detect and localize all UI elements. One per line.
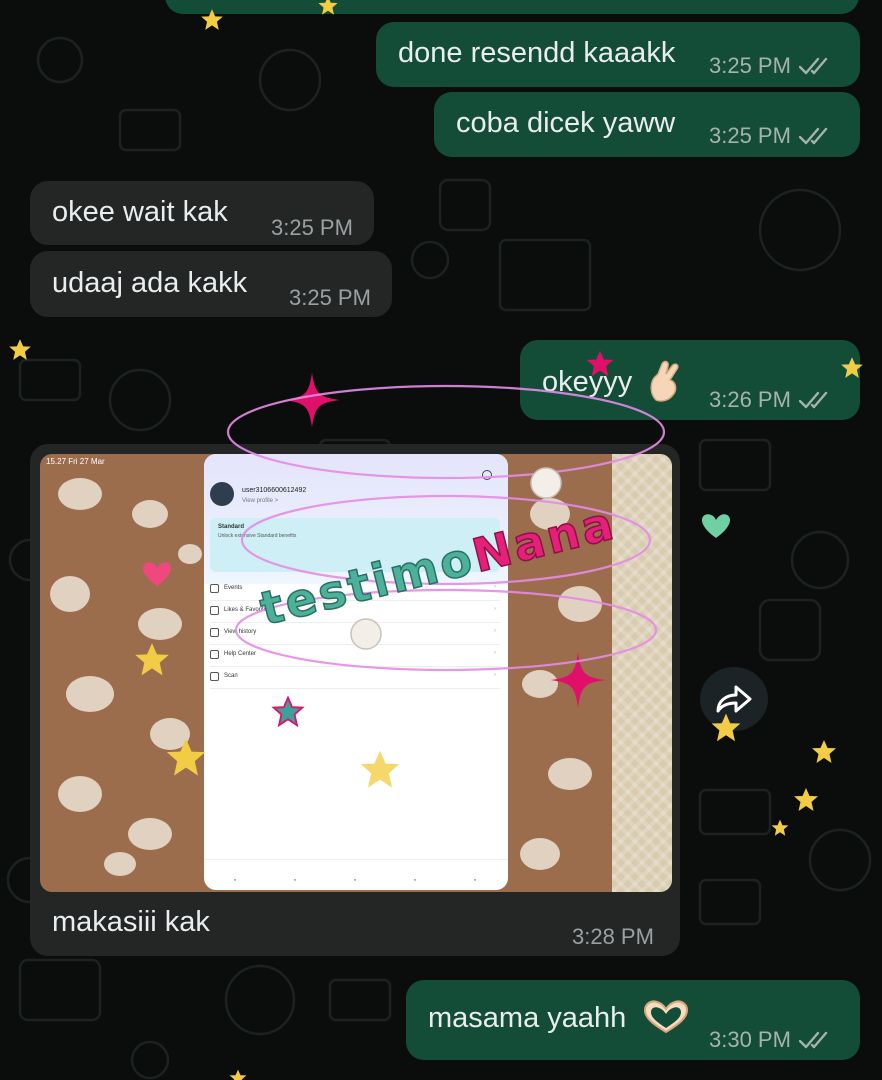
message-time: 3:30 PM [709, 1027, 791, 1052]
previous-message-bubble[interactable] [165, 0, 859, 14]
message-bubble-outgoing[interactable]: masama yaahh 3:30 PM [406, 980, 860, 1060]
history-icon [210, 628, 219, 637]
avatar [210, 482, 234, 506]
message-text: okeyyy [542, 366, 633, 398]
message-time: 3:25 PM [271, 215, 353, 240]
double-check-icon [798, 1031, 828, 1049]
chevron-right-icon: › [494, 584, 496, 590]
app-menu-item: Likes & Favorites › [210, 600, 500, 623]
app-tab: ● [413, 877, 417, 882]
chevron-right-icon: › [494, 606, 496, 612]
app-profile-header: user3106600612492 View profile > Standar… [204, 454, 508, 584]
forward-button[interactable] [700, 667, 768, 731]
message-time: 3:25 PM [709, 53, 791, 78]
double-check-icon [798, 391, 828, 409]
app-menu-label: Events [224, 585, 243, 591]
tablet-status-bar: 15.27 Fri 27 Mar [46, 457, 105, 466]
bookmark-icon [210, 606, 219, 615]
trophy-icon [210, 584, 219, 593]
app-menu-label: Scan [224, 673, 238, 679]
app-menu-item: Help Center › [210, 644, 500, 667]
message-time: 3:25 PM [289, 285, 371, 310]
message-bubble-incoming[interactable]: udaaj ada kakk 3:25 PM [30, 251, 392, 317]
message-text: udaaj ada kakk [52, 267, 248, 299]
double-check-icon [798, 57, 828, 75]
app-tab-bar: ● ● ● ● ● [204, 859, 508, 890]
app-menu-label: Likes & Favorites [224, 607, 271, 613]
message-meta: 3:25 PM [709, 123, 833, 149]
chevron-right-icon: › [494, 650, 496, 656]
message-bubble-outgoing[interactable]: done resendd kaaakk 3:25 PM [376, 22, 860, 87]
app-screenshot-panel: user3106600612492 View profile > Standar… [204, 454, 508, 890]
message-meta: 3:25 PM [289, 285, 371, 311]
message-meta: 3:28 PM [572, 924, 654, 950]
message-time: 3:28 PM [572, 924, 654, 949]
chevron-right-icon: › [494, 628, 496, 634]
double-check-icon [798, 127, 828, 145]
app-username: user3106600612492 [242, 487, 307, 494]
message-bubble-incoming[interactable]: okee wait kak 3:25 PM [30, 181, 374, 245]
crossed-fingers-icon [650, 360, 679, 402]
app-menu-item: View history › [210, 622, 500, 645]
app-menu-label: Help Center [224, 651, 257, 657]
app-tab: ● [233, 877, 237, 882]
forward-icon [716, 685, 752, 713]
app-menu-item: Events › [210, 578, 500, 601]
message-text: done resendd kaaakk [398, 37, 676, 69]
message-time: 3:25 PM [709, 123, 791, 148]
message-meta: 3:26 PM [709, 387, 833, 413]
app-plan-card: Standard Unlock extensive Standard benef… [210, 518, 500, 572]
message-time: 3:26 PM [709, 387, 791, 412]
lace-trim [612, 454, 672, 892]
message-meta: 3:25 PM [709, 53, 833, 79]
app-plan-subtitle: Unlock extensive Standard benefits [218, 533, 297, 539]
app-menu-item: Scan › [210, 666, 500, 689]
app-tab: ● [473, 877, 477, 882]
message-text: makasiii kak [52, 906, 210, 938]
message-text: masama yaahh [428, 1002, 627, 1034]
app-plan-title: Standard [218, 524, 245, 530]
message-meta: 3:25 PM [271, 215, 353, 241]
help-icon [210, 650, 219, 659]
message-bubble-outgoing[interactable]: coba dicek yaww 3:25 PM [434, 92, 860, 157]
app-tab: ● [353, 877, 357, 882]
chevron-right-icon: › [494, 672, 496, 678]
image-attachment[interactable]: 15.27 Fri 27 Mar user3106600612492 View … [40, 454, 672, 892]
app-view-profile: View profile > [242, 498, 279, 504]
message-meta: 3:30 PM [709, 1027, 833, 1053]
settings-icon [482, 470, 492, 480]
heart-hands-icon [643, 1000, 689, 1034]
app-menu-label: View history [224, 629, 257, 635]
app-tab: ● [293, 877, 297, 882]
scan-icon [210, 672, 219, 681]
message-text: okee wait kak [52, 196, 228, 228]
message-text: coba dicek yaww [456, 107, 676, 139]
message-bubble-outgoing[interactable]: okeyyy 3:26 PM [520, 340, 860, 420]
